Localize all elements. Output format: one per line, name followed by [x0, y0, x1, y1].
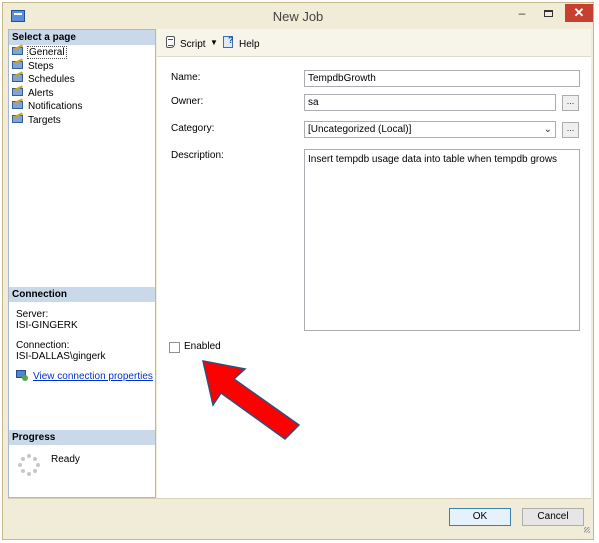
help-label: Help [239, 39, 260, 50]
script-icon [164, 36, 177, 49]
sidebar-item-schedules[interactable]: Schedules [12, 73, 75, 86]
progress-status: Ready [51, 454, 80, 465]
sidebar-item-label: Notifications [28, 101, 83, 112]
sidebar: Select a page General Steps Schedules Al… [8, 29, 156, 498]
maximize-icon [543, 10, 553, 17]
sidebar-item-steps[interactable]: Steps [12, 60, 54, 73]
enabled-checkbox[interactable] [169, 342, 180, 353]
page-icon [12, 114, 25, 124]
sidebar-item-general[interactable]: General [12, 46, 67, 59]
chevron-down-icon: ⌄ [543, 124, 552, 135]
script-button[interactable]: Script [164, 36, 206, 50]
sidebar-item-label: Steps [28, 61, 54, 72]
category-value: [Uncategorized (Local)] [308, 124, 412, 135]
sidebar-item-label: General [27, 46, 67, 59]
dialog-footer: OK Cancel [8, 498, 591, 535]
red-arrow-icon [202, 360, 301, 440]
page-icon [12, 46, 25, 56]
help-button[interactable]: Help [223, 35, 260, 50]
title-bar: New Job – ✕ [3, 3, 593, 31]
script-dropdown-arrow[interactable]: ▼ [210, 38, 218, 47]
maximize-button[interactable] [535, 5, 561, 23]
category-label: Category: [171, 123, 215, 134]
page-icon [12, 87, 25, 97]
cancel-button[interactable]: Cancel [522, 508, 584, 526]
owner-field[interactable]: sa [304, 94, 556, 111]
category-select[interactable]: [Uncategorized (Local)] ⌄ [304, 121, 556, 138]
resize-grip[interactable] [584, 527, 590, 533]
toolbar: Script ▼ Help [157, 29, 591, 57]
sidebar-item-alerts[interactable]: Alerts [12, 87, 54, 100]
sidebar-item-targets[interactable]: Targets [12, 114, 61, 127]
server-label: Server: [16, 309, 49, 320]
name-label: Name: [171, 72, 201, 83]
window-title: New Job [272, 9, 324, 24]
connection-value: ISI-DALLAS\gingerk [16, 351, 106, 362]
progress-header: Progress [9, 430, 155, 445]
owner-label: Owner: [171, 96, 204, 107]
description-textarea[interactable]: Insert tempdb usage data into table when… [304, 149, 580, 331]
name-field[interactable]: TempdbGrowth [304, 70, 580, 87]
view-connection-properties-link[interactable]: View connection properties [16, 370, 153, 382]
help-icon [223, 35, 236, 49]
sidebar-item-label: Targets [28, 115, 61, 126]
sidebar-item-label: Alerts [28, 88, 54, 99]
page-icon [12, 100, 25, 110]
connection-header: Connection [9, 287, 155, 302]
script-label: Script [180, 39, 206, 50]
connection-label: Connection: [16, 340, 70, 351]
view-connection-properties-label[interactable]: View connection properties [33, 371, 153, 382]
connection-properties-icon [16, 370, 29, 381]
minimize-button[interactable]: – [509, 5, 535, 23]
page-icon [12, 60, 25, 70]
select-page-header: Select a page [9, 30, 155, 45]
sidebar-item-notifications[interactable]: Notifications [12, 100, 82, 113]
category-browse-button[interactable]: ... [562, 122, 579, 138]
ok-button[interactable]: OK [449, 508, 511, 526]
enabled-label: Enabled [184, 341, 221, 352]
server-value: ISI-GINGERK [16, 320, 78, 331]
page-icon [12, 73, 25, 83]
progress-spinner-icon [18, 454, 40, 476]
close-button[interactable]: ✕ [565, 4, 593, 22]
sidebar-item-label: Schedules [28, 74, 75, 85]
owner-browse-button[interactable]: ... [562, 95, 579, 111]
description-label: Description: [171, 150, 224, 161]
